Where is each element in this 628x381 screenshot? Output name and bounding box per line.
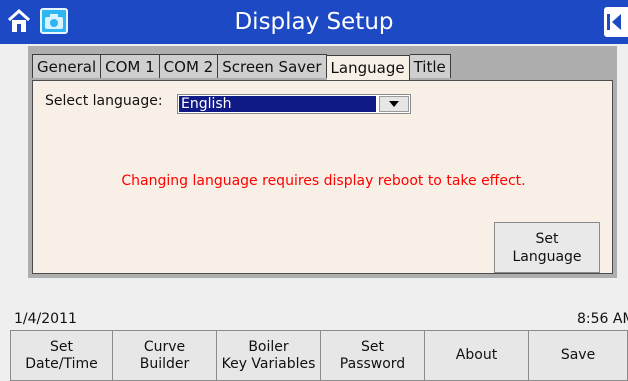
- language-tab-content: Select language: English Changing langua…: [32, 80, 613, 274]
- camera-icon: [45, 14, 63, 29]
- time-text: 8:56 AM: [577, 311, 628, 327]
- tab-general[interactable]: General: [32, 54, 102, 78]
- set-language-line-2: Language: [512, 248, 582, 265]
- tab-com-1[interactable]: COM 1: [101, 54, 160, 78]
- back-arrow-icon: [607, 14, 621, 30]
- about-label: About: [455, 347, 498, 363]
- camera-button[interactable]: [40, 8, 68, 34]
- set-date-time-line-2: Date/Time: [25, 355, 98, 372]
- set-password-button[interactable]: Set Password: [321, 330, 425, 381]
- set-password-line-1: Set: [361, 338, 384, 355]
- selected-language-value: English: [179, 96, 376, 112]
- tab-com-2[interactable]: COM 2: [159, 54, 219, 78]
- chevron-down-icon: [389, 101, 399, 107]
- curve-builder-line-1: Curve: [143, 338, 186, 355]
- page-title: Display Setup: [234, 9, 394, 35]
- save-label: Save: [560, 347, 596, 363]
- home-button[interactable]: [7, 8, 31, 34]
- date-text: 1/4/2011: [14, 311, 77, 327]
- bottom-toolbar: Set Date/Time Curve Builder Boiler Key V…: [10, 330, 628, 381]
- home-icon: [7, 8, 31, 32]
- settings-panel: General COM 1 COM 2 Screen Saver Languag…: [28, 46, 617, 278]
- header-bar: Display Setup: [0, 0, 628, 44]
- curve-builder-line-2: Builder: [139, 355, 190, 372]
- tab-bar: General COM 1 COM 2 Screen Saver Languag…: [32, 54, 613, 80]
- save-button[interactable]: Save: [529, 330, 628, 381]
- set-language-line-1: Set: [535, 230, 559, 247]
- tab-screen-saver[interactable]: Screen Saver: [218, 54, 327, 78]
- set-password-line-2: Password: [339, 355, 406, 372]
- tab-title[interactable]: Title: [409, 54, 451, 78]
- set-language-button[interactable]: Set Language: [494, 222, 600, 273]
- language-select[interactable]: English: [177, 94, 411, 114]
- boiler-key-variables-line-2: Key Variables: [221, 355, 316, 372]
- dropdown-button[interactable]: [379, 96, 409, 112]
- select-language-label: Select language:: [45, 93, 163, 109]
- boiler-key-variables-button[interactable]: Boiler Key Variables: [217, 330, 321, 381]
- set-date-time-button[interactable]: Set Date/Time: [10, 330, 113, 381]
- back-button[interactable]: [604, 7, 628, 37]
- curve-builder-button[interactable]: Curve Builder: [113, 330, 217, 381]
- reboot-warning-text: Changing language requires display reboo…: [121, 173, 526, 189]
- boiler-key-variables-line-1: Boiler: [248, 338, 289, 355]
- tab-language[interactable]: Language: [326, 55, 410, 80]
- set-date-time-line-1: Set: [49, 338, 73, 355]
- about-button[interactable]: About: [425, 330, 529, 381]
